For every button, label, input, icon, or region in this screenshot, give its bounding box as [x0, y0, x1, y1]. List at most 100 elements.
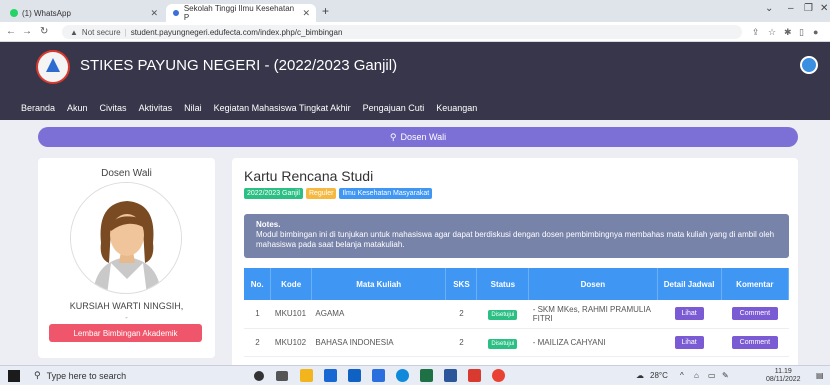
chevron-up-icon[interactable]: ^ — [680, 371, 684, 380]
mail-icon[interactable] — [348, 369, 361, 382]
excel-icon[interactable] — [420, 369, 433, 382]
tab-search-icon[interactable]: ⌄ — [765, 3, 773, 14]
menu-nilai[interactable]: Nilai — [184, 103, 202, 113]
tab-title: Sekolah Tinggi Ilmu Kesehatan P — [183, 4, 295, 22]
pdf-icon[interactable] — [468, 369, 481, 382]
search-icon: ⚲ — [34, 370, 41, 380]
user-avatar[interactable] — [800, 56, 818, 74]
profile-icon[interactable]: ● — [813, 27, 818, 37]
clock-time: 11.19 — [774, 368, 792, 375]
dosen-wali-banner[interactable]: ⚲ Dosen Wali — [38, 127, 798, 147]
dosen-name: KURSIAH WARTI NINGSIH, — [69, 301, 184, 311]
cell-no: 2 — [244, 328, 271, 357]
file-explorer-icon[interactable] — [300, 369, 313, 382]
cell-no: 1 — [244, 300, 271, 329]
extensions-icon[interactable]: ✱ — [784, 27, 792, 38]
forward-icon[interactable]: → — [22, 26, 32, 37]
pen-icon[interactable]: ✎ — [722, 371, 729, 380]
col-kode: Kode — [270, 268, 312, 300]
comment-button[interactable]: Comment — [731, 307, 779, 321]
app-icon[interactable] — [372, 369, 385, 382]
main-menu: Beranda Akun Civitas Aktivitas Nilai Keg… — [21, 103, 477, 113]
back-icon[interactable]: ← — [6, 26, 16, 37]
notification-icon[interactable]: ▤ — [816, 371, 824, 380]
bookmark-star-icon[interactable]: ☆ — [768, 27, 776, 38]
taskbar-search[interactable]: ⚲ Type here to search — [34, 370, 126, 381]
weather-icon[interactable]: ☁ — [636, 371, 644, 380]
table-header-row: No. Kode Mata Kuliah SKS Status Dosen De… — [244, 268, 790, 300]
comment-button[interactable]: Comment — [731, 335, 779, 349]
col-komentar: Komentar — [721, 268, 790, 300]
windows-start-icon[interactable] — [8, 370, 20, 382]
windows-taskbar: ⚲ Type here to search ☁ 28°C ^ ⌂ ▭ ✎ 11.… — [0, 365, 830, 385]
avatar — [70, 182, 182, 294]
store-icon[interactable] — [324, 369, 337, 382]
menu-civitas[interactable]: Civitas — [100, 103, 127, 113]
stikes-logo[interactable] — [36, 50, 70, 84]
col-detail-jadwal: Detail Jadwal — [657, 268, 722, 300]
col-mata-kuliah: Mata Kuliah — [311, 268, 447, 300]
krs-badges: 2022/2023 Ganjil Reguler Ilmu Kesehatan … — [244, 188, 433, 199]
lihat-button[interactable]: Lihat — [674, 307, 704, 321]
lembar-bimbingan-button[interactable]: Lembar Bimbingan Akademik — [49, 324, 202, 342]
network-icon[interactable]: ⌂ — [694, 371, 699, 380]
weather-temp[interactable]: 28°C — [650, 371, 668, 380]
cortana-icon[interactable] — [254, 371, 264, 381]
col-status: Status — [476, 268, 530, 300]
menu-kegiatan[interactable]: Kegiatan Mahasiswa Tingkat Akhir — [214, 103, 351, 113]
status-badge: Disetujui — [488, 338, 518, 349]
dosen-subtitle: - — [125, 313, 128, 322]
chrome-icon[interactable] — [492, 369, 505, 382]
table-row: 2 MKU102 BAHASA INDONESIA 2 Disetujui - … — [244, 328, 789, 357]
menu-pengajuan-cuti[interactable]: Pengajuan Cuti — [363, 103, 425, 113]
cell-kode: MKU101 — [270, 300, 312, 329]
search-placeholder: Type here to search — [46, 370, 127, 381]
cell-mata-kuliah: BAHASA INDONESIA — [311, 328, 446, 357]
cell-dosen: - SKM MKes, RAHMI PRAMULIA FITRI — [528, 300, 658, 329]
tab-title: (1) WhatsApp — [22, 8, 71, 18]
col-sks: SKS — [445, 268, 478, 300]
minimize-button[interactable]: – — [788, 3, 794, 14]
cell-komentar: Comment — [721, 328, 789, 357]
edge-icon[interactable] — [396, 369, 409, 382]
table-row: 1 MKU101 AGAMA 2 Disetujui - SKM MKes, R… — [244, 300, 789, 329]
menu-beranda[interactable]: Beranda — [21, 103, 55, 113]
lihat-button[interactable]: Lihat — [674, 335, 704, 349]
tab-stikes[interactable]: Sekolah Tinggi Ilmu Kesehatan P ✕ — [166, 4, 316, 22]
battery-icon[interactable]: ▭ — [708, 371, 716, 380]
menu-akun[interactable]: Akun — [67, 103, 88, 113]
site-favicon-icon — [172, 9, 180, 17]
col-no: No. — [244, 268, 272, 300]
maximize-button[interactable]: ❐ — [804, 3, 813, 14]
notes-title: Notes. — [256, 220, 281, 229]
tab-whatsapp[interactable]: (1) WhatsApp ✕ — [4, 4, 164, 22]
share-icon[interactable]: ⇪ — [752, 27, 760, 38]
warning-icon: ▲ — [70, 27, 78, 37]
close-window-button[interactable]: ✕ — [820, 3, 828, 14]
notes-text: Modul bimbingan ini di tunjukan untuk ma… — [256, 230, 775, 249]
task-view-icon[interactable] — [276, 371, 288, 381]
sidebar-icon[interactable]: ▯ — [799, 27, 804, 38]
status-badge: Disetujui — [488, 310, 518, 321]
dosen-wali-card: Dosen Wali KURSIAH WARTI NINGSIH, - Lemb… — [38, 158, 215, 358]
menu-aktivitas[interactable]: Aktivitas — [139, 103, 173, 113]
whatsapp-icon — [10, 9, 18, 17]
status-badge: Reguler — [305, 188, 337, 199]
cell-kode: MKU102 — [270, 328, 312, 357]
not-secure-label: Not secure — [81, 27, 121, 37]
new-tab-button[interactable]: + — [322, 4, 329, 18]
cell-mata-kuliah: AGAMA — [311, 300, 446, 329]
url-field[interactable]: ▲ Not secure | student.payungnegeri.eduf… — [62, 25, 742, 39]
reload-icon[interactable]: ↻ — [40, 26, 48, 37]
close-tab-icon[interactable]: ✕ — [150, 8, 158, 19]
notes-box: Notes. Modul bimbingan ini di tunjukan u… — [244, 214, 789, 258]
cell-sks: 2 — [445, 300, 477, 329]
close-tab-icon[interactable]: ✕ — [302, 8, 310, 19]
person-avatar-icon — [71, 183, 181, 293]
page-title: Kartu Rencana Studi — [244, 168, 374, 184]
user-icon: ⚲ — [389, 131, 397, 142]
taskbar-clock[interactable]: 11.19 08/11/2022 — [766, 368, 801, 384]
krs-table: No. Kode Mata Kuliah SKS Status Dosen De… — [244, 268, 790, 357]
menu-keuangan[interactable]: Keuangan — [436, 103, 477, 113]
word-icon[interactable] — [444, 369, 457, 382]
